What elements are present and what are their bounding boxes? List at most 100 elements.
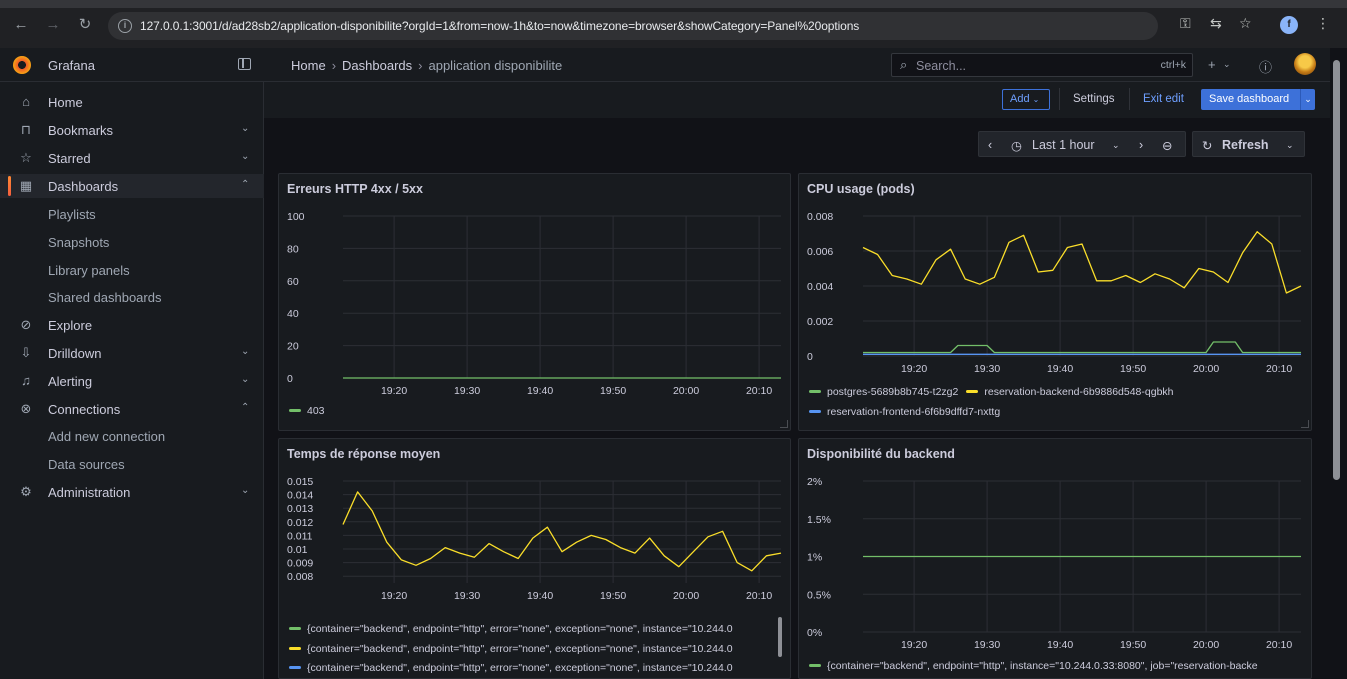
x-tick-label: 19:50 — [600, 385, 626, 397]
time-shift-forward-icon[interactable]: › — [1139, 138, 1143, 152]
x-tick-label: 20:00 — [1193, 363, 1219, 375]
back-icon[interactable]: ← — [13, 17, 29, 33]
http-errors-chart: 0 20 40 60 80 100 19:20 19:30 19:40 19:50 20:00 20:… — [287, 211, 781, 397]
legend-label: reservation-backend-6b9886d548-qgbkh — [984, 386, 1174, 398]
sidebar-item-library-panels[interactable]: Library panels — [0, 258, 264, 282]
sidebar-item-label: Drilldown — [48, 346, 102, 361]
x-tick-label: 19:30 — [974, 363, 1000, 375]
plus-icon[interactable]: + — [1208, 57, 1216, 72]
y-tick-label: 0.013 — [287, 503, 313, 515]
site-info-icon[interactable]: i — [118, 19, 132, 33]
user-avatar[interactable] — [1294, 53, 1316, 75]
legend-label: {container="backend", endpoint="http", e… — [307, 623, 733, 635]
clock-icon: ◷ — [1011, 139, 1022, 153]
sidebar-item-data-sources[interactable]: Data sources — [0, 452, 264, 476]
grafana-logo-icon[interactable] — [13, 56, 31, 74]
profile-avatar[interactable]: f — [1280, 16, 1298, 34]
chevron-down-icon[interactable]: ⌄ — [241, 346, 249, 357]
series-line[interactable] — [342, 491, 782, 572]
page-scrollbar-thumb[interactable] — [1333, 60, 1340, 480]
chrome-menu-icon[interactable]: ⋮ — [1316, 15, 1330, 32]
address-bar[interactable]: i 127.0.0.1:3001/d/ad28sb2/application-d… — [108, 12, 1158, 40]
browser-chrome: ← → ↻ i 127.0.0.1:3001/d/ad28sb2/applica… — [0, 0, 1347, 48]
sidebar-item-label: Connections — [48, 402, 121, 417]
breadcrumb-home[interactable]: Home — [291, 58, 326, 73]
search-icon: ⌕ — [900, 57, 908, 72]
save-options-chevron-icon[interactable]: ⌄ — [1300, 89, 1315, 110]
y-tick-label: 0.015 — [287, 476, 313, 488]
chevron-down-icon[interactable]: ⌄ — [241, 485, 249, 496]
zoom-out-icon[interactable]: ⊖ — [1162, 138, 1172, 153]
reload-icon[interactable]: ↻ — [77, 17, 93, 33]
exit-edit-button[interactable]: Exit edit — [1143, 93, 1184, 105]
x-tick-label: 19:50 — [1120, 639, 1146, 651]
sidebar-item-alerting[interactable]: ♫ Alerting ⌄ — [0, 369, 264, 393]
sidebar-item-label: Library panels — [48, 263, 130, 278]
chevron-up-icon[interactable]: ⌃ — [241, 402, 249, 413]
chevron-down-icon[interactable]: ⌄ — [1286, 140, 1294, 151]
url-text[interactable]: 127.0.0.1:3001/d/ad28sb2/application-dis… — [140, 19, 859, 33]
legend-item[interactable]: 403 — [289, 405, 325, 417]
password-key-icon[interactable]: ⚿ — [1180, 15, 1191, 32]
sidebar-item-home[interactable]: ⌂ Home — [0, 90, 264, 114]
sidebar-item-shared-dashboards[interactable]: Shared dashboards — [0, 285, 264, 309]
legend-item[interactable]: {container="backend", endpoint="http", e… — [289, 662, 774, 674]
forward-icon[interactable]: → — [45, 17, 61, 33]
sidebar-item-label: Bookmarks — [48, 123, 114, 138]
dock-menu-icon[interactable] — [238, 58, 251, 70]
legend-item[interactable]: reservation-frontend-6f6b9dffd7-nxttg — [809, 406, 1000, 418]
series-line[interactable] — [862, 231, 1302, 294]
sidebar-item-connections[interactable]: ⊗ Connections ⌃ — [0, 397, 264, 421]
refresh-button[interactable]: Refresh — [1222, 138, 1269, 152]
chevron-down-icon[interactable]: ⌄ — [241, 374, 249, 385]
series-line[interactable] — [863, 341, 1301, 354]
resize-handle-icon[interactable] — [780, 420, 788, 428]
chevron-up-icon[interactable]: ⌃ — [241, 179, 249, 190]
sidebar-item-dashboards[interactable]: ▦ Dashboards ⌃ — [0, 174, 264, 198]
x-tick-label: 19:20 — [901, 363, 927, 375]
gear-icon: ⚙ — [20, 484, 32, 499]
add-button[interactable]: Add ⌄ — [1002, 89, 1050, 110]
legend-item[interactable]: postgres-5689b8b745-t2zg2 — [809, 386, 958, 398]
help-icon[interactable]: ⓘ — [1259, 57, 1272, 76]
save-dashboard-button[interactable]: Save dashboard — [1201, 89, 1315, 110]
panel-cpu-usage[interactable]: CPU usage (pods) 0 0.002 0.004 0.006 0.008 19… — [798, 173, 1312, 431]
toolbar-divider — [1059, 88, 1060, 110]
translate-icon[interactable]: ⇆ — [1210, 15, 1222, 32]
sidebar-item-add-new-connection[interactable]: Add new connection — [0, 424, 264, 448]
legend-scrollbar[interactable] — [778, 617, 782, 657]
sidebar-item-starred[interactable]: ☆ Starred ⌄ — [0, 146, 264, 170]
settings-button[interactable]: Settings — [1073, 93, 1115, 105]
y-tick-label: 0.01 — [287, 544, 308, 556]
chevron-right-icon: › — [331, 58, 337, 73]
bookmark-star-icon[interactable]: ☆ — [1239, 15, 1252, 32]
panel-response-time[interactable]: Temps de réponse moyen 0.008 0.009 0.01 0.0… — [278, 438, 791, 679]
resize-handle-icon[interactable] — [1301, 420, 1309, 428]
legend-label: postgres-5689b8b745-t2zg2 — [827, 386, 959, 398]
sidebar-item-bookmarks[interactable]: ⊓ Bookmarks ⌄ — [0, 118, 264, 142]
legend-swatch — [289, 626, 301, 630]
chevron-down-icon[interactable]: ⌄ — [1112, 140, 1120, 151]
time-shift-back-icon[interactable]: ‹ — [988, 138, 992, 152]
chevron-down-icon[interactable]: ⌄ — [241, 151, 249, 162]
sidebar-item-snapshots[interactable]: Snapshots — [0, 230, 264, 254]
search-input[interactable]: ⌕ Search... ctrl+k — [891, 53, 1193, 77]
legend-item[interactable]: {container="backend", endpoint="http", e… — [289, 623, 774, 635]
sidebar-item-administration[interactable]: ⚙ Administration ⌄ — [0, 480, 264, 504]
time-range-label[interactable]: Last 1 hour — [1032, 138, 1095, 152]
legend-item[interactable]: {container="backend", endpoint="http", e… — [289, 643, 774, 655]
panel-backend-availability[interactable]: Disponibilité du backend 0% 0.5% 1% 1.5% 2% 1… — [798, 438, 1312, 679]
legend-item[interactable]: {container="backend", endpoint="http", i… — [809, 660, 1304, 672]
chevron-down-icon[interactable]: ⌄ — [241, 123, 249, 134]
sidebar-item-explore[interactable]: ⊘ Explore — [0, 313, 264, 337]
refresh-icon[interactable]: ↻ — [1202, 138, 1212, 153]
breadcrumb-dashboards[interactable]: Dashboards — [342, 58, 412, 73]
chevron-down-icon[interactable]: ⌄ — [1223, 59, 1231, 70]
sidebar-item-drilldown[interactable]: ⇩ Drilldown ⌄ — [0, 341, 264, 365]
panel-http-errors[interactable]: Erreurs HTTP 4xx / 5xx 0 20 40 60 80 100 19:20… — [278, 173, 791, 431]
sidebar-item-playlists[interactable]: Playlists — [0, 202, 264, 226]
legend-swatch — [966, 389, 979, 393]
legend-swatch — [809, 409, 821, 413]
legend-item[interactable]: reservation-backend-6b9886d548-qgbkh — [966, 386, 1174, 398]
connections-icon: ⊗ — [20, 401, 32, 416]
